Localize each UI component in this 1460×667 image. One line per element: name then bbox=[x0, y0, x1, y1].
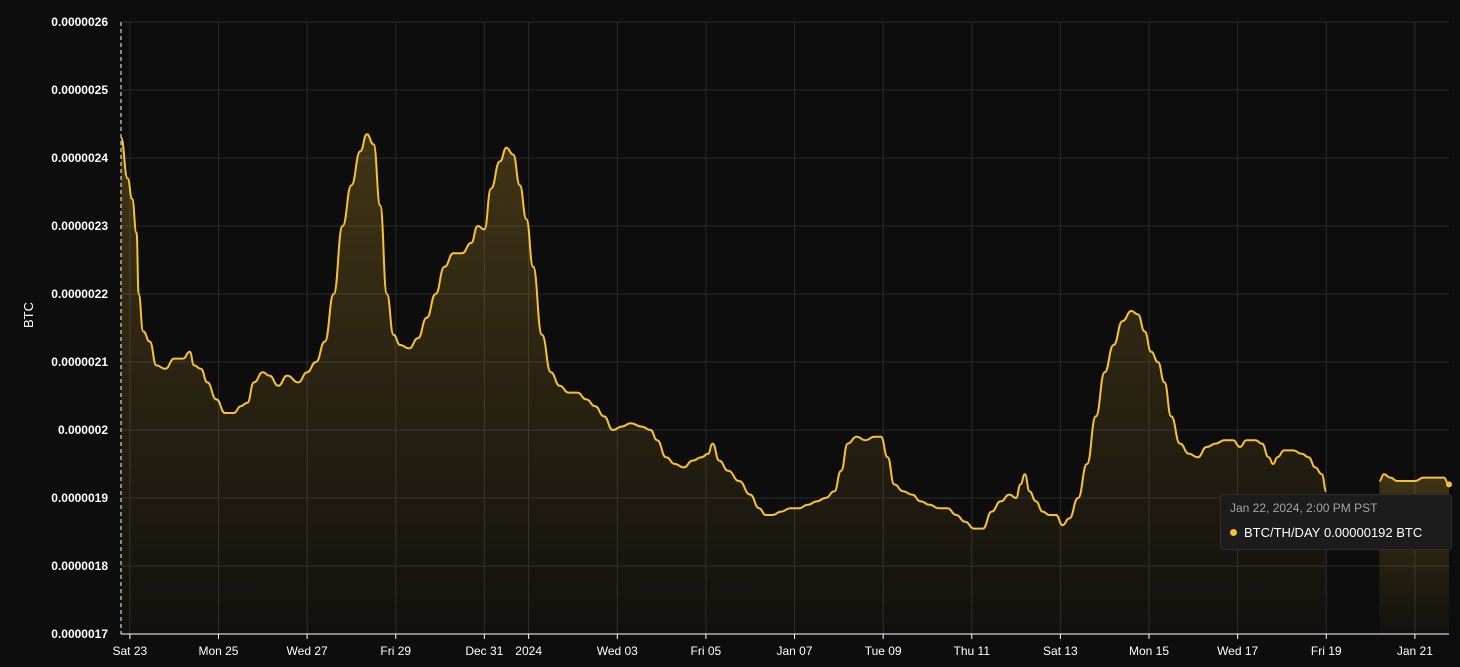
tooltip-value: 0.00000192 BTC bbox=[1323, 525, 1423, 540]
x-tick-label: Wed 27 bbox=[287, 644, 328, 658]
y-axis-label: BTC bbox=[21, 302, 36, 328]
hover-point bbox=[1446, 481, 1452, 488]
x-tick-label: Fri 05 bbox=[691, 644, 722, 658]
hover-marker bbox=[1446, 481, 1452, 488]
y-tick-label: 0.0000024 bbox=[51, 151, 108, 165]
y-tick-label: 0.0000017 bbox=[51, 627, 108, 641]
x-tick-label: Mon 25 bbox=[198, 644, 238, 658]
x-tick-label: Sat 13 bbox=[1043, 644, 1078, 658]
y-tick-label: 0.0000022 bbox=[51, 287, 108, 301]
tooltip: Jan 22, 2024, 2:00 PM PST BTC/TH/DAY 0.0… bbox=[1220, 494, 1452, 550]
y-tick-label: 0.0000018 bbox=[51, 559, 108, 573]
y-tick-label: 0.0000023 bbox=[51, 219, 108, 233]
x-tick-label: Wed 03 bbox=[597, 644, 638, 658]
area-fills bbox=[121, 134, 1449, 634]
x-tick-label: Dec 31 bbox=[465, 644, 503, 658]
x-tick-label: Mon 15 bbox=[1129, 644, 1169, 658]
y-tick-label: 0.0000025 bbox=[51, 83, 108, 97]
x-tick-label: Thu 11 bbox=[954, 644, 991, 658]
x-tick-label: Sat 23 bbox=[113, 644, 148, 658]
y-axis-ticks: 0.0000026 0.0000025 0.0000024 0.0000023 0.00… bbox=[51, 15, 108, 641]
x-axis-ticks: Sat 23 Mon 25 Wed 27 Fri 29 Dec 31 2024 Wed 03… bbox=[113, 634, 1433, 658]
y-tick-label: 0.000002 bbox=[58, 423, 108, 437]
y-tick-label: 0.0000021 bbox=[51, 355, 108, 369]
series-area bbox=[121, 134, 1327, 634]
hashprice-chart: 0.0000026 0.0000025 0.0000024 0.0000023 0.00… bbox=[21, 15, 1452, 658]
x-tick-label: Fri 29 bbox=[380, 644, 411, 658]
tooltip-row: BTC/TH/DAY 0.00000192 BTC bbox=[1230, 525, 1442, 540]
y-tick-label: 0.0000026 bbox=[51, 15, 108, 29]
series-dot-icon bbox=[1230, 529, 1237, 536]
x-tick-label: 2024 bbox=[515, 644, 542, 658]
x-tick-label: Wed 17 bbox=[1217, 644, 1258, 658]
y-tick-label: 0.0000019 bbox=[51, 491, 108, 505]
x-tick-label: Fri 19 bbox=[1311, 644, 1342, 658]
x-tick-label: Jan 21 bbox=[1397, 644, 1433, 658]
tooltip-series-label: BTC/TH/DAY bbox=[1244, 525, 1321, 540]
x-tick-label: Jan 07 bbox=[777, 644, 813, 658]
tooltip-date: Jan 22, 2024, 2:00 PM PST bbox=[1230, 501, 1378, 515]
x-tick-label: Tue 09 bbox=[865, 644, 902, 658]
